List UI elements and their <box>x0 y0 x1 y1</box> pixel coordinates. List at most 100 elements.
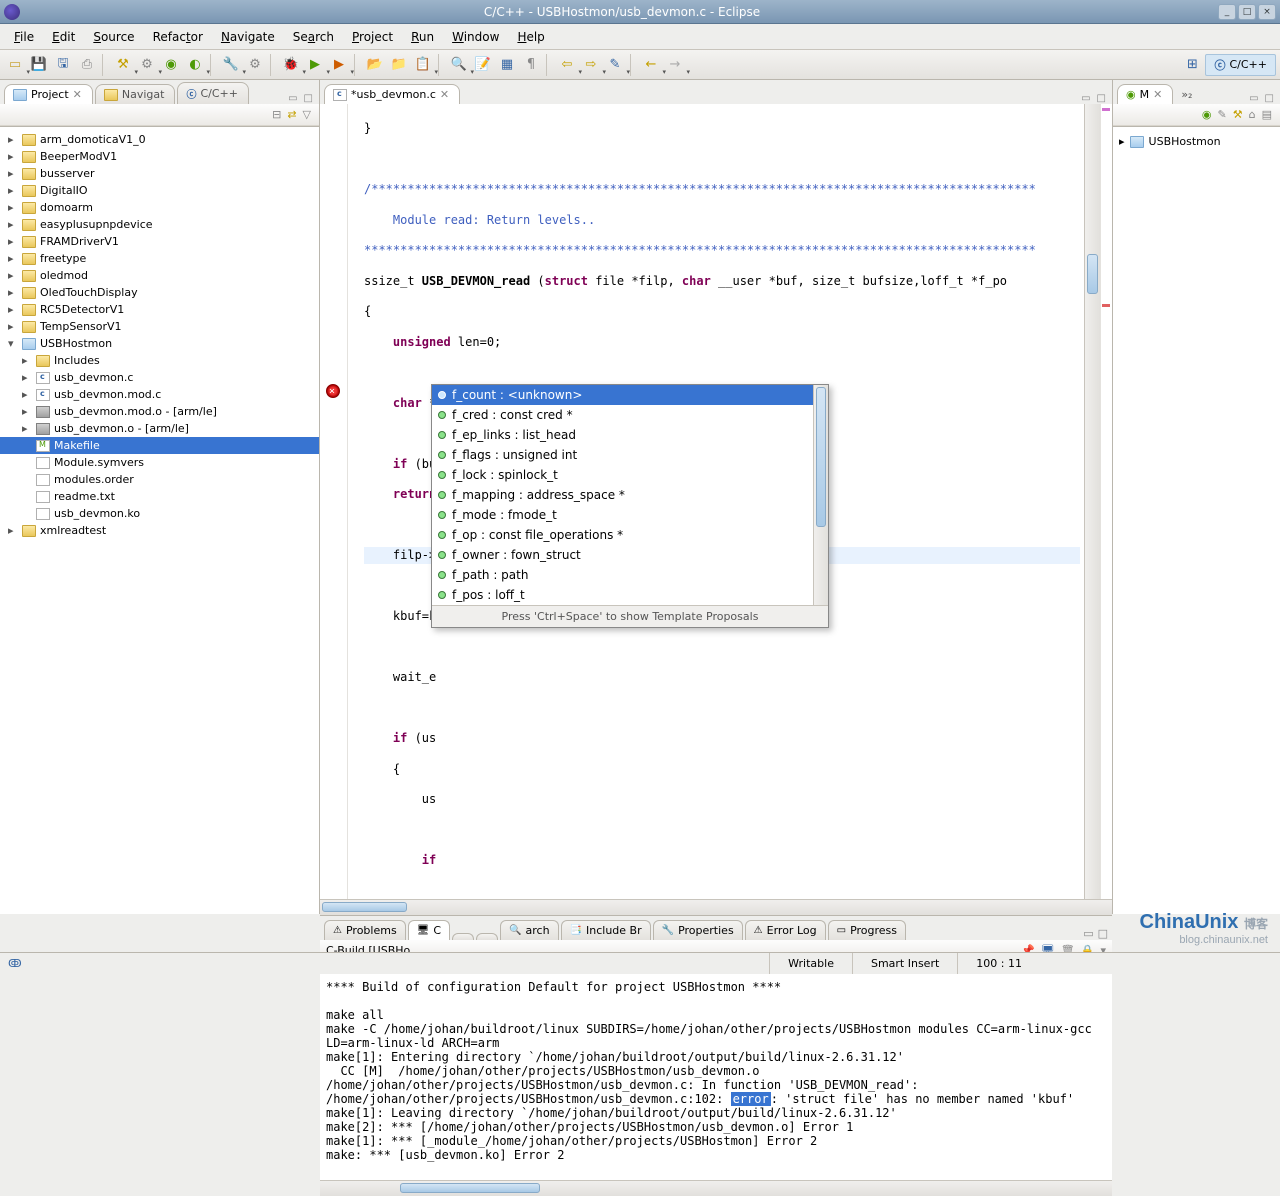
bottom-tab[interactable]: 🔍arch <box>500 920 559 940</box>
autocomplete-item[interactable]: f_path : path <box>432 565 828 585</box>
run-button[interactable]: ▶ <box>304 54 326 76</box>
maximize-view-icon[interactable]: □ <box>302 93 315 104</box>
tree-item[interactable]: ▸OledTouchDisplay <box>0 284 319 301</box>
minimize-view-icon[interactable]: ▭ <box>286 93 299 104</box>
autocomplete-item[interactable]: f_lock : spinlock_t <box>432 465 828 485</box>
tree-item[interactable]: ▸arm_domoticaV1_0 <box>0 131 319 148</box>
hide-empty-icon[interactable]: ▤ <box>1262 108 1272 121</box>
menu-file[interactable]: File <box>6 27 42 47</box>
bottom-tab[interactable]: ▭Progress <box>828 920 906 940</box>
editor-gutter[interactable] <box>320 104 348 899</box>
bottom-tab[interactable] <box>476 933 498 940</box>
bottom-tab[interactable]: ⚠Error Log <box>745 920 826 940</box>
tree-item[interactable]: ▸DigitalIO <box>0 182 319 199</box>
build-target-icon[interactable]: ⚒ <box>1233 108 1243 121</box>
save-button[interactable]: 💾 <box>28 54 50 76</box>
menu-help[interactable]: Help <box>509 27 552 47</box>
editor-tab-usb-devmon[interactable]: *usb_devmon.c ✕ <box>324 84 460 104</box>
tree-item[interactable]: ▸Includes <box>0 352 319 369</box>
menu-search[interactable]: Search <box>285 27 342 47</box>
autocomplete-item[interactable]: f_owner : fown_struct <box>432 545 828 565</box>
bottom-tab[interactable]: 🔧Properties <box>653 920 743 940</box>
menu-edit[interactable]: Edit <box>44 27 83 47</box>
back-button[interactable]: ← <box>640 54 662 76</box>
menu-run[interactable]: Run <box>403 27 442 47</box>
minimize-view-icon[interactable]: ▭ <box>1247 93 1260 104</box>
tree-item[interactable]: ▸usb_devmon.mod.o - [arm/le] <box>0 403 319 420</box>
tree-item[interactable]: ▸RC5DetectorV1 <box>0 301 319 318</box>
editor-horizontal-scrollbar[interactable] <box>320 899 1112 915</box>
build-button[interactable]: ⚒ <box>112 54 134 76</box>
search-button[interactable]: 🔍 <box>448 54 470 76</box>
menu-window[interactable]: Window <box>444 27 507 47</box>
popup-scrollbar[interactable] <box>813 385 828 605</box>
make-targets-tree[interactable]: ▸ USBHostmon <box>1113 127 1280 156</box>
nav-prev-button[interactable]: ⇦ <box>556 54 578 76</box>
maximize-view-icon[interactable]: □ <box>1095 93 1108 104</box>
close-icon[interactable]: ✕ <box>1153 88 1162 101</box>
tree-item[interactable]: ▸domoarm <box>0 199 319 216</box>
collapse-all-icon[interactable]: ⊟ <box>272 108 281 121</box>
tree-item[interactable]: ▸usb_devmon.c <box>0 369 319 386</box>
active-build-button[interactable]: ◐ <box>184 54 206 76</box>
editor-vertical-scrollbar[interactable] <box>1084 104 1100 899</box>
debug-button[interactable]: 🐞 <box>280 54 302 76</box>
overview-ruler[interactable] <box>1100 104 1112 899</box>
annotate-button[interactable]: 📝 <box>472 54 494 76</box>
tab-c-cpp-projects[interactable]: ⓒ C/C++ <box>177 82 249 104</box>
print-button[interactable]: ⎙ <box>76 54 98 76</box>
autocomplete-item[interactable]: f_flags : unsigned int <box>432 445 828 465</box>
tree-item-open[interactable]: ▾USBHostmon <box>0 335 319 352</box>
new-button[interactable]: ▭ <box>4 54 26 76</box>
tab-project-explorer[interactable]: Project ✕ <box>4 84 93 104</box>
fold-column[interactable] <box>348 104 360 899</box>
console-output[interactable]: **** Build of configuration Default for … <box>320 962 1112 1180</box>
tab-make[interactable]: ◉ M ✕ <box>1117 84 1173 104</box>
minimize-view-icon[interactable]: ▭ <box>1083 927 1093 940</box>
menu-source[interactable]: Source <box>85 27 142 47</box>
window-minimize-button[interactable]: _ <box>1218 4 1236 20</box>
overflow-tab[interactable]: »₂ <box>1175 85 1198 104</box>
error-marker-icon[interactable] <box>326 384 340 398</box>
tree-item[interactable]: ▸easyplusupnpdevice <box>0 216 319 233</box>
tree-item[interactable]: usb_devmon.ko <box>0 505 319 522</box>
autocomplete-item[interactable]: f_mode : fmode_t <box>432 505 828 525</box>
open-perspective-button[interactable]: ⊞ <box>1181 54 1203 76</box>
autocomplete-item[interactable]: f_cred : const cred * <box>432 405 828 425</box>
window-close-button[interactable]: × <box>1258 4 1276 20</box>
perspective-c-cpp[interactable]: ⓒ C/C++ <box>1205 54 1276 76</box>
tree-item[interactable]: ▸busserver <box>0 165 319 182</box>
open-resource-button[interactable]: 📁 <box>388 54 410 76</box>
tree-item[interactable]: ▸freetype <box>0 250 319 267</box>
menu-project[interactable]: Project <box>344 27 401 47</box>
tree-item[interactable]: ▸FRAMDriverV1 <box>0 233 319 250</box>
debug-tool-button[interactable]: 🔧 <box>220 54 242 76</box>
last-edit-button[interactable]: ✎ <box>604 54 626 76</box>
maximize-view-icon[interactable]: □ <box>1263 93 1276 104</box>
content-assist-popup[interactable]: f_count : <unknown>f_cred : const cred *… <box>431 384 829 628</box>
window-maximize-button[interactable]: □ <box>1238 4 1256 20</box>
tree-item[interactable]: Makefile <box>0 437 319 454</box>
bottom-tab[interactable] <box>452 933 474 940</box>
status-icon[interactable]: ↂ <box>0 957 20 970</box>
close-icon[interactable]: ✕ <box>73 88 82 101</box>
tree-item[interactable]: readme.txt <box>0 488 319 505</box>
link-editor-icon[interactable]: ⇄ <box>287 108 296 121</box>
menu-refactor[interactable]: Refactor <box>145 27 211 47</box>
toggle-block-button[interactable]: ▦ <box>496 54 518 76</box>
close-icon[interactable]: ✕ <box>440 88 449 101</box>
tree-item[interactable]: modules.order <box>0 471 319 488</box>
autocomplete-item[interactable]: f_op : const file_operations * <box>432 525 828 545</box>
autocomplete-item[interactable]: f_mapping : address_space * <box>432 485 828 505</box>
tool-button[interactable]: ⚙ <box>244 54 266 76</box>
open-task-button[interactable]: 📋 <box>412 54 434 76</box>
show-whitespace-button[interactable]: ¶ <box>520 54 542 76</box>
view-menu-icon[interactable]: ▽ <box>303 108 311 121</box>
forward-button[interactable]: → <box>664 54 686 76</box>
save-all-button[interactable]: 🖫 <box>52 54 74 76</box>
autocomplete-item[interactable]: f_count : <unknown> <box>432 385 828 405</box>
home-icon[interactable]: ⌂ <box>1249 108 1256 121</box>
bottom-tab[interactable]: 🖥C <box>408 920 450 940</box>
minimize-view-icon[interactable]: ▭ <box>1079 93 1092 104</box>
open-type-button[interactable]: 📂 <box>364 54 386 76</box>
